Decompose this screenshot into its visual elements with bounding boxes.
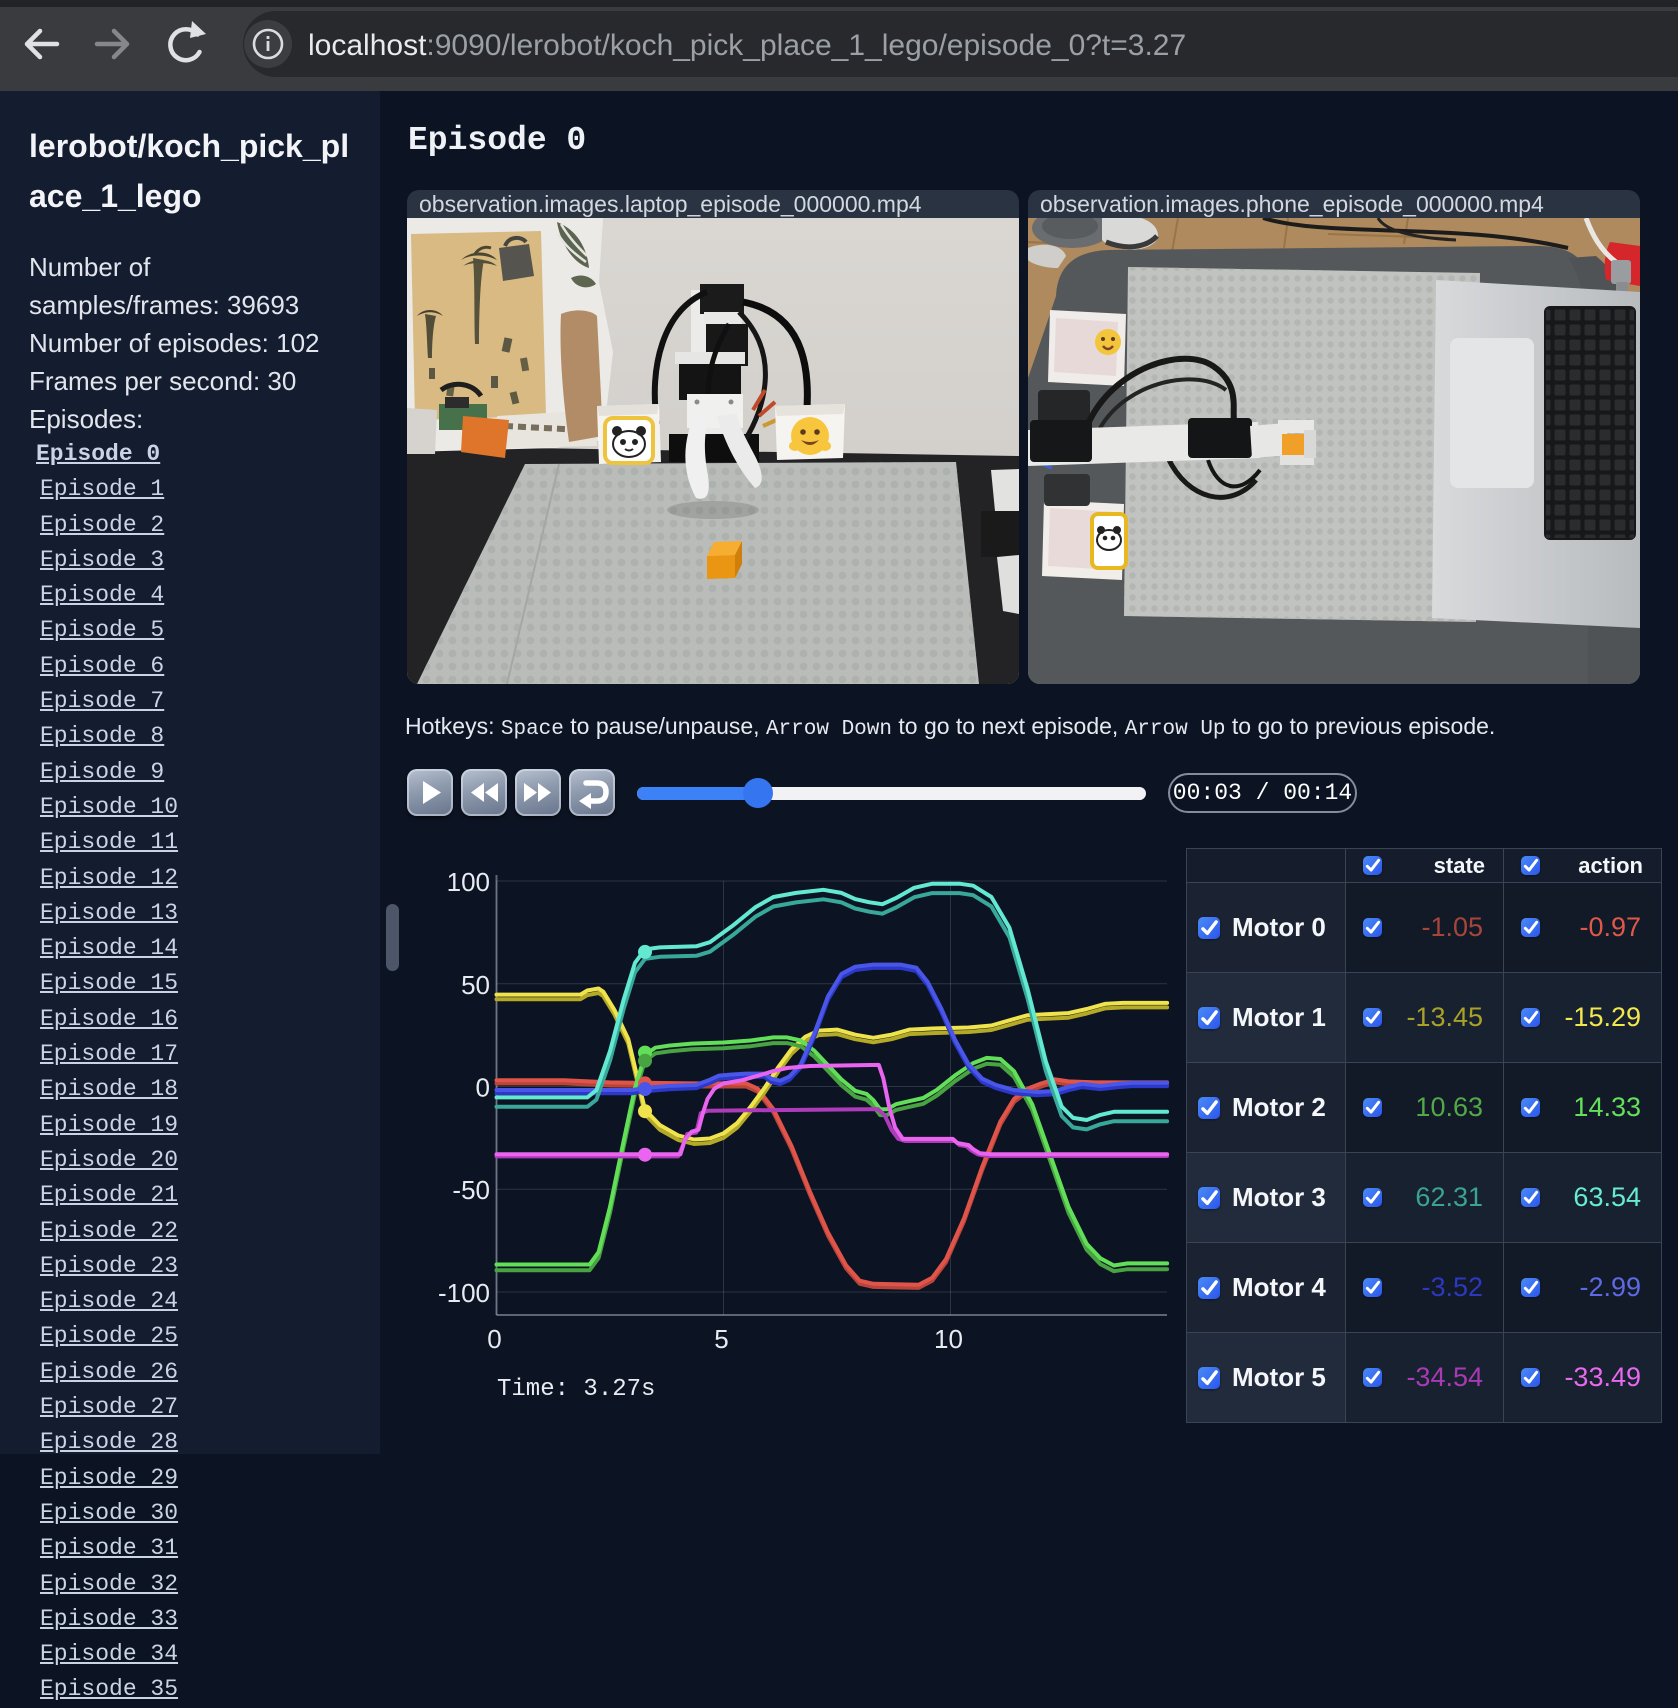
svg-text:0: 0 bbox=[476, 1073, 490, 1103]
svg-text:0: 0 bbox=[487, 1324, 501, 1354]
svg-text:100: 100 bbox=[447, 867, 490, 897]
svg-text:50: 50 bbox=[461, 970, 490, 1000]
svg-text:10: 10 bbox=[934, 1324, 963, 1354]
svg-text:-50: -50 bbox=[452, 1175, 490, 1205]
svg-text:-100: -100 bbox=[438, 1278, 490, 1308]
svg-text:5: 5 bbox=[714, 1324, 728, 1354]
